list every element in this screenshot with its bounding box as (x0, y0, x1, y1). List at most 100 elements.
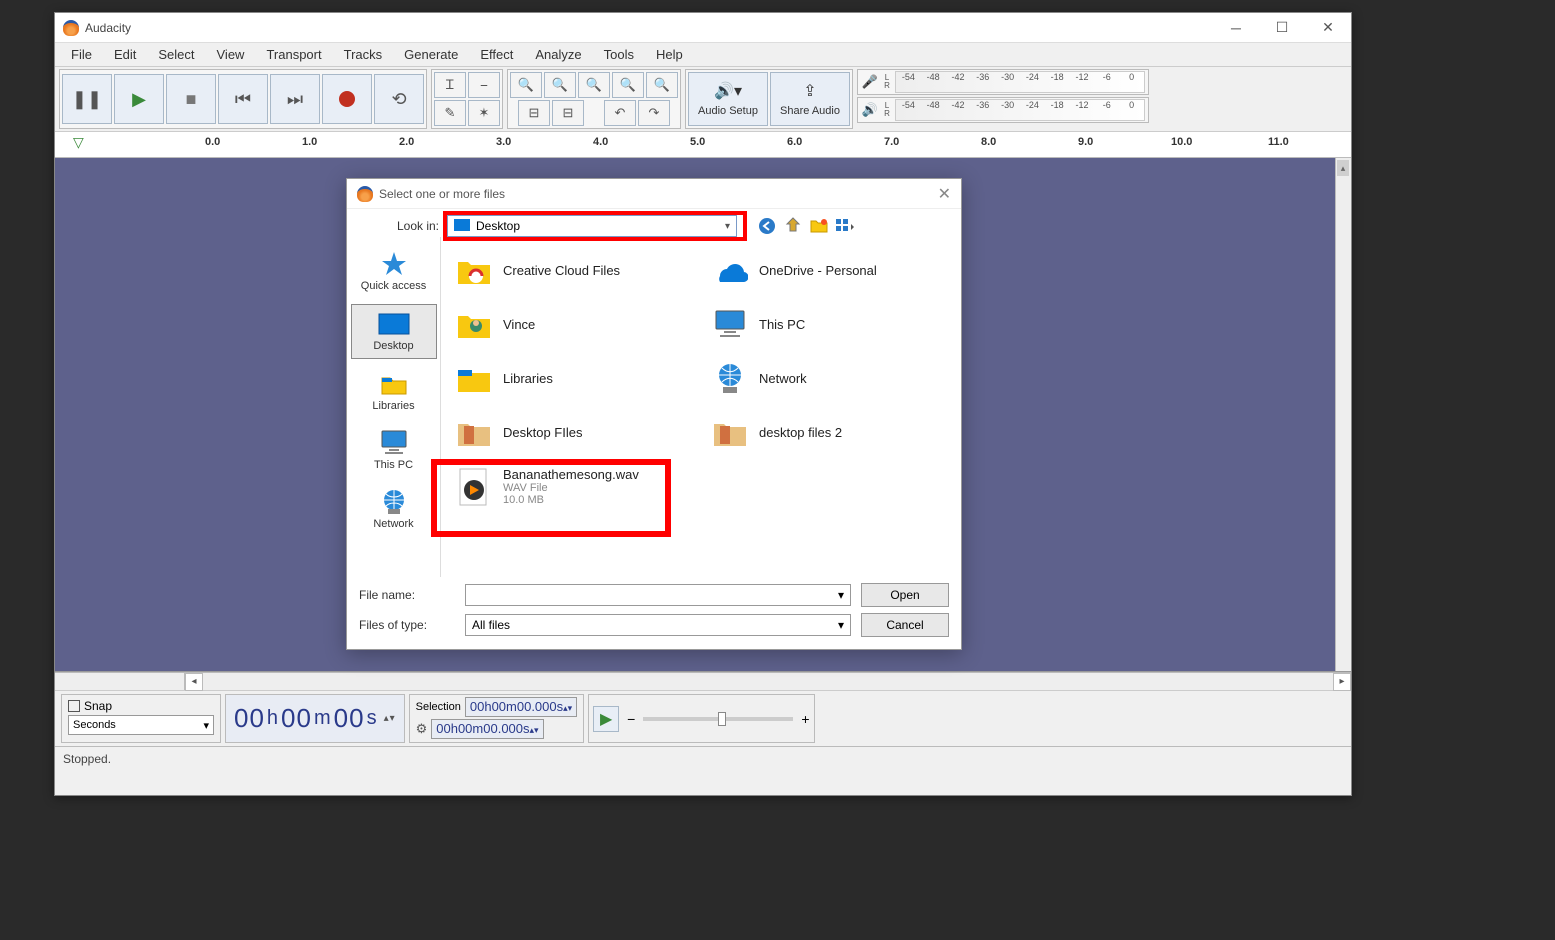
look-in-select[interactable]: Desktop ▾ (447, 215, 737, 237)
selection-end[interactable]: 00h00m00.000s▴▾ (431, 719, 543, 739)
maximize-button[interactable]: ☐ (1259, 13, 1305, 43)
list-item[interactable]: Vince (451, 299, 695, 349)
menu-tracks[interactable]: Tracks (334, 45, 393, 64)
close-button[interactable]: ✕ (1305, 13, 1351, 43)
audio-setup-label: Audio Setup (698, 105, 758, 117)
speaker-icon: 🔊▾ (714, 81, 742, 101)
skip-end-button[interactable]: ⏭ (270, 74, 320, 124)
sidebar-this-pc[interactable]: This PC (351, 424, 437, 477)
list-item[interactable]: Creative Cloud Files (451, 245, 695, 295)
chevron-down-icon: ▾ (725, 221, 730, 232)
loop-button[interactable]: ⟲ (374, 74, 424, 124)
record-button[interactable] (322, 74, 372, 124)
sidebar-quick-access[interactable]: Quick access (351, 245, 437, 298)
multi-tool[interactable]: ✶ (468, 100, 500, 126)
selection-start[interactable]: 00h00m00.000s▴▾ (465, 697, 577, 717)
time-ruler[interactable]: ▽ 0.0 1.0 2.0 3.0 4.0 5.0 6.0 7.0 8.0 9.… (55, 132, 1351, 158)
snap-checkbox[interactable] (68, 700, 80, 712)
menu-effect[interactable]: Effect (470, 45, 523, 64)
stop-button[interactable]: ■ (166, 74, 216, 124)
files-of-type-value: All files (472, 618, 510, 632)
dialog-close-button[interactable]: ✕ (938, 184, 951, 204)
time-display[interactable]: 00h 00m 00s ▴▾ (225, 694, 405, 743)
list-item[interactable]: Desktop FIles (451, 407, 695, 457)
menu-edit[interactable]: Edit (104, 45, 146, 64)
speed-slider[interactable] (643, 717, 793, 721)
silence-button[interactable]: ⊟ (552, 100, 584, 126)
selection-panel: Selection 00h00m00.000s▴▾ ⚙ 00h00m00.000… (409, 694, 585, 743)
view-menu-button[interactable] (835, 216, 855, 236)
minimize-button[interactable]: ─ (1213, 13, 1259, 43)
play-button[interactable]: ▶ (114, 74, 164, 124)
vertical-scrollbar[interactable]: ▴ (1335, 158, 1351, 671)
speed-slider-thumb[interactable] (718, 712, 726, 726)
zoom-toggle-button[interactable]: 🔍 (646, 72, 678, 98)
libraries-icon (378, 371, 410, 397)
list-item[interactable]: This PC (707, 299, 951, 349)
zoom-out-button[interactable]: 🔍 (544, 72, 576, 98)
menu-analyze[interactable]: Analyze (525, 45, 591, 64)
list-item[interactable]: Libraries (451, 353, 695, 403)
sidebar-desktop[interactable]: Desktop (351, 304, 437, 359)
sidebar-network[interactable]: Network (351, 483, 437, 536)
snap-unit-select[interactable]: Seconds ▾ (68, 715, 214, 735)
hscroll-left-button[interactable]: ◂ (185, 673, 203, 691)
tools-toolbar: Ꮖ ⎯ ✎ ✶ (431, 69, 503, 129)
zoom-in-icon: 🔍 (518, 77, 534, 93)
envelope-tool[interactable]: ⎯ (468, 72, 500, 98)
list-item[interactable]: Network (707, 353, 951, 403)
play-at-speed-button[interactable]: ▶ (593, 706, 619, 732)
undo-icon: ↶ (615, 105, 626, 121)
time-spinner-icon[interactable]: ▴▾ (384, 713, 396, 724)
list-item[interactable]: OneDrive - Personal (707, 245, 951, 295)
meters: 🎤 LR -54-48 -42-36 -30-24 -18-12 -60 🔊 L… (857, 69, 1149, 129)
sidebar-libraries[interactable]: Libraries (351, 365, 437, 418)
pause-button[interactable]: ❚❚ (62, 74, 112, 124)
stop-icon: ■ (186, 89, 197, 110)
new-folder-button[interactable] (809, 216, 829, 236)
back-button[interactable] (757, 216, 777, 236)
draw-tool[interactable]: ✎ (434, 100, 466, 126)
horizontal-scrollbar[interactable] (203, 673, 1333, 690)
fit-selection-button[interactable]: 🔍 (578, 72, 610, 98)
menu-file[interactable]: File (61, 45, 102, 64)
cancel-button[interactable]: Cancel (861, 613, 949, 637)
snap-label: Snap (84, 699, 112, 713)
menubar: File Edit Select View Transport Tracks G… (55, 43, 1351, 67)
audio-setup-button[interactable]: 🔊▾ Audio Setup (688, 72, 768, 126)
record-meter[interactable]: 🎤 LR -54-48 -42-36 -30-24 -18-12 -60 (857, 69, 1149, 95)
file-name-input[interactable]: ▾ (465, 584, 851, 606)
selection-tool[interactable]: Ꮖ (434, 72, 466, 98)
gear-icon[interactable]: ⚙ (416, 721, 428, 737)
playhead-marker[interactable]: ▽ (73, 134, 84, 151)
open-button[interactable]: Open (861, 583, 949, 607)
zoom-out-icon: 🔍 (552, 77, 568, 93)
chevron-down-icon: ▾ (838, 588, 844, 602)
menu-view[interactable]: View (207, 45, 255, 64)
hscroll-right-button[interactable]: ▸ (1333, 673, 1351, 691)
list-item[interactable]: desktop files 2 (707, 407, 951, 457)
menu-generate[interactable]: Generate (394, 45, 468, 64)
trim-button[interactable]: ⊟ (518, 100, 550, 126)
this-pc-icon (378, 430, 410, 456)
undo-button[interactable]: ↶ (604, 100, 636, 126)
folder-icon (711, 413, 749, 451)
up-button[interactable] (783, 216, 803, 236)
bottom-toolbar: Snap Seconds ▾ 00h 00m 00s ▴▾ Selection … (55, 690, 1351, 746)
playback-meter[interactable]: 🔊 LR -54-48 -42-36 -30-24 -18-12 -60 (857, 97, 1149, 123)
menu-help[interactable]: Help (646, 45, 693, 64)
edit-toolbar: 🔍 🔍 🔍 🔍 🔍 ⊟ ⊟ ↶ ↷ (507, 69, 681, 129)
skip-start-button[interactable]: ⏮ (218, 74, 268, 124)
fit-project-button[interactable]: 🔍 (612, 72, 644, 98)
zoom-in-button[interactable]: 🔍 (510, 72, 542, 98)
scroll-up-button[interactable]: ▴ (1337, 160, 1349, 176)
menu-transport[interactable]: Transport (256, 45, 331, 64)
share-audio-button[interactable]: ⇪ Share Audio (770, 72, 850, 126)
files-of-type-select[interactable]: All files ▾ (465, 614, 851, 636)
redo-button[interactable]: ↷ (638, 100, 670, 126)
menu-select[interactable]: Select (148, 45, 204, 64)
menu-tools[interactable]: Tools (594, 45, 644, 64)
quick-access-icon (378, 251, 410, 277)
list-item-wav-file[interactable]: Bananathemesong.wav WAV File 10.0 MB (451, 461, 695, 512)
selection-label: Selection (416, 701, 461, 713)
